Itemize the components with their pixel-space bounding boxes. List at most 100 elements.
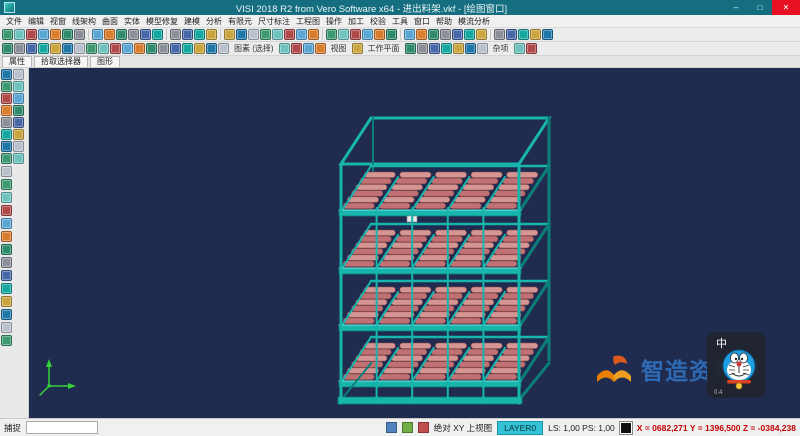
toolbar-icon[interactable] — [338, 29, 349, 40]
toolbar-icon[interactable] — [13, 93, 24, 104]
toolbar-icon[interactable] — [224, 29, 235, 40]
menu-item-17[interactable]: 窗口 — [411, 16, 433, 27]
toolbar-icon[interactable] — [74, 43, 85, 54]
toolbar-icon[interactable] — [13, 117, 24, 128]
toolbar-icon[interactable] — [1, 81, 12, 92]
toolbar-icon[interactable] — [170, 43, 181, 54]
toolbar-icon[interactable] — [1, 117, 12, 128]
toolbar-icon[interactable] — [116, 29, 127, 40]
toolbar-icon[interactable] — [429, 43, 440, 54]
command-input[interactable] — [26, 421, 98, 434]
toolbar-icon[interactable] — [74, 29, 85, 40]
menu-item-5[interactable]: 曲面 — [99, 16, 121, 27]
toolbar-icon[interactable] — [26, 29, 37, 40]
menu-item-12[interactable]: 工程图 — [293, 16, 323, 27]
toolbar-icon[interactable] — [405, 43, 416, 54]
toolbar-icon[interactable] — [494, 29, 505, 40]
toolbar-icon[interactable] — [1, 105, 12, 116]
toolbar-icon[interactable] — [1, 218, 12, 229]
menu-item-11[interactable]: 尺寸标注 — [255, 16, 293, 27]
menu-item-13[interactable]: 操作 — [323, 16, 345, 27]
menu-item-7[interactable]: 模型修复 — [143, 16, 181, 27]
toolbar-icon[interactable] — [13, 81, 24, 92]
toolbar-icon[interactable] — [1, 129, 12, 140]
menu-item-3[interactable]: 视窗 — [47, 16, 69, 27]
toolbar-icon[interactable] — [110, 43, 121, 54]
toolbar-icon[interactable] — [146, 43, 157, 54]
toolbar-icon[interactable] — [140, 29, 151, 40]
menu-item-1[interactable]: 文件 — [3, 16, 25, 27]
toolbar-icon[interactable] — [1, 179, 12, 190]
snap-point-icon[interactable] — [402, 422, 413, 433]
toolbar-icon[interactable] — [279, 43, 290, 54]
toolbar-icon[interactable] — [122, 43, 133, 54]
toolbar-icon[interactable] — [1, 309, 12, 320]
toolbar-icon[interactable] — [182, 43, 193, 54]
toolbar-icon[interactable] — [1, 69, 12, 80]
toolbar-icon[interactable] — [1, 322, 12, 333]
toolbar-icon[interactable] — [404, 29, 415, 40]
toolbar-icon[interactable] — [104, 29, 115, 40]
toolbar-icon[interactable] — [326, 29, 337, 40]
toolbar-icon[interactable] — [1, 283, 12, 294]
snap-grid-icon[interactable] — [386, 422, 397, 433]
toolbar-icon[interactable] — [26, 43, 37, 54]
view-mode[interactable]: 绝对 XY 上视图 — [434, 422, 492, 434]
toolbar-icon[interactable] — [386, 29, 397, 40]
toolbar-icon[interactable] — [206, 43, 217, 54]
menu-item-18[interactable]: 帮助 — [433, 16, 455, 27]
toolbar-icon[interactable] — [1, 270, 12, 281]
toolbar-icon[interactable] — [13, 141, 24, 152]
toolbar-icon[interactable] — [464, 29, 475, 40]
toolbar-icon[interactable] — [315, 43, 326, 54]
toolbar-icon[interactable] — [428, 29, 439, 40]
toolbar-icon[interactable] — [134, 43, 145, 54]
toolbar-icon[interactable] — [260, 29, 271, 40]
toolbar-icon[interactable] — [417, 43, 428, 54]
toolbar-icon[interactable] — [218, 43, 229, 54]
maximize-button[interactable]: □ — [748, 0, 772, 15]
menu-item-6[interactable]: 实体 — [121, 16, 143, 27]
menu-item-16[interactable]: 工具 — [389, 16, 411, 27]
toolbar-icon[interactable] — [62, 29, 73, 40]
toolbar-icon[interactable] — [291, 43, 302, 54]
toolbar-icon[interactable] — [1, 244, 12, 255]
toolbar-icon[interactable] — [453, 43, 464, 54]
toolbar-icon[interactable] — [476, 29, 487, 40]
menu-item-14[interactable]: 加工 — [345, 16, 367, 27]
toolbar-icon[interactable] — [506, 29, 517, 40]
menu-item-9[interactable]: 分析 — [203, 16, 225, 27]
menu-item-19[interactable]: 模流分析 — [455, 16, 493, 27]
toolbar-icon[interactable] — [182, 29, 193, 40]
toolbar-icon[interactable] — [518, 29, 529, 40]
toolbar-icon[interactable] — [1, 141, 12, 152]
toolbar-icon[interactable] — [284, 29, 295, 40]
panel-tab-2[interactable]: 拾取选择器 — [34, 56, 88, 67]
toolbar-icon[interactable] — [50, 29, 61, 40]
toolbar-icon[interactable] — [14, 43, 25, 54]
toolbar-icon[interactable] — [38, 29, 49, 40]
toolbar-icon[interactable] — [1, 153, 12, 164]
toolbar-icon[interactable] — [158, 43, 169, 54]
toolbar-icon[interactable] — [152, 29, 163, 40]
toolbar-icon[interactable] — [1, 192, 12, 203]
toolbar-icon[interactable] — [272, 29, 283, 40]
toolbar-icon[interactable] — [98, 43, 109, 54]
toolbar-icon[interactable] — [350, 29, 361, 40]
toolbar-icon[interactable] — [170, 29, 181, 40]
toolbar-icon[interactable] — [86, 43, 97, 54]
close-button[interactable]: ✕ — [772, 0, 800, 15]
toolbar-icon[interactable] — [92, 29, 103, 40]
toolbar-icon[interactable] — [530, 29, 541, 40]
toolbar-icon[interactable] — [194, 43, 205, 54]
menu-item-8[interactable]: 建模 — [181, 16, 203, 27]
toolbar-icon[interactable] — [248, 29, 259, 40]
toolbar-icon[interactable] — [308, 29, 319, 40]
toolbar-icon[interactable] — [440, 29, 451, 40]
panel-tab-1[interactable]: 属性 — [2, 56, 32, 67]
viewport-3d[interactable]: 智造资料网 中 0.4 — [29, 68, 800, 418]
toolbar-icon[interactable] — [13, 153, 24, 164]
toolbar-icon[interactable] — [194, 29, 205, 40]
toolbar-icon[interactable] — [1, 257, 12, 268]
toolbar-icon[interactable] — [128, 29, 139, 40]
